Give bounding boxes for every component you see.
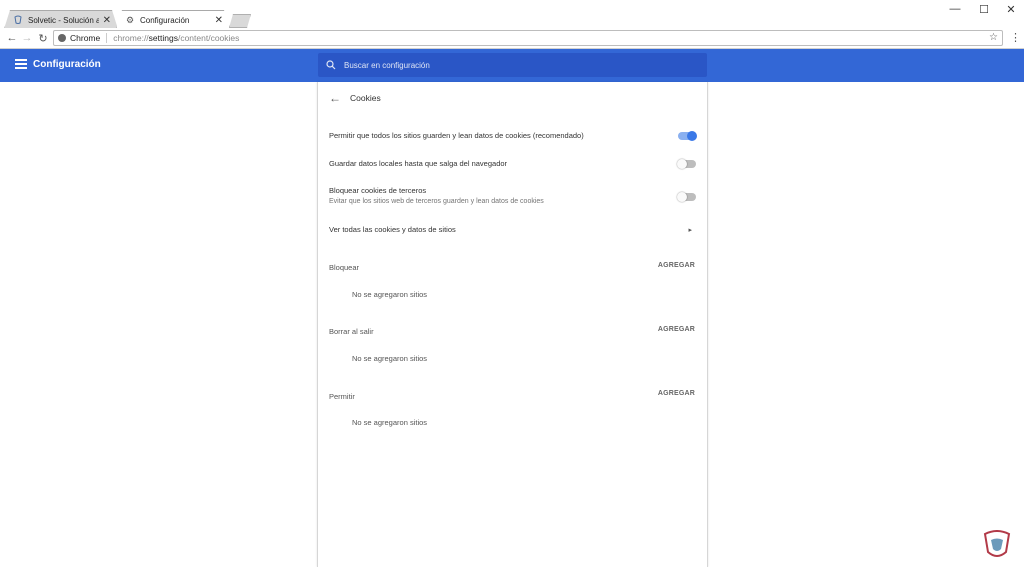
search-input[interactable]	[344, 60, 684, 70]
section-allow-title: Permitir	[329, 392, 355, 401]
tab-close-icon[interactable]: ✕	[215, 15, 223, 26]
new-tab-button[interactable]	[229, 14, 251, 28]
keep-local-data-toggle[interactable]	[677, 159, 696, 169]
back-arrow-icon[interactable]: ←	[328, 91, 342, 105]
setting-label: Permitir que todos los sitios guarden y …	[329, 131, 584, 140]
solvetic-logo-icon	[983, 530, 1011, 557]
empty-clear-on-exit-list: No se agregaron sitios	[352, 354, 428, 363]
close-window-button[interactable]: ✕	[996, 0, 1024, 18]
url-scheme: chrome://	[113, 33, 149, 43]
site-chip: Chrome	[70, 33, 101, 43]
add-clear-on-exit-button[interactable]: AGREGAR	[658, 326, 695, 333]
maximize-button[interactable]: ☐	[969, 0, 999, 18]
setting-label: Bloquear cookies de terceros	[329, 186, 427, 195]
browser-toolbar: ← → ↻ Chrome chrome:// settings /content…	[0, 28, 1024, 49]
section-clear-on-exit-title: Borrar al salir	[329, 327, 374, 336]
tab-configuracion[interactable]: ⚙ Configuración ✕	[116, 10, 230, 29]
address-bar[interactable]: Chrome chrome:// settings /content/cooki…	[53, 30, 1003, 46]
minimize-button[interactable]: —	[940, 0, 970, 18]
empty-block-list: No se agregaron sitios	[352, 290, 428, 299]
menu-icon[interactable]: ⋮	[1010, 31, 1021, 44]
allow-cookies-toggle[interactable]	[678, 131, 697, 141]
setting-description: Evitar que los sitios web de terceros gu…	[329, 198, 544, 205]
chrome-site-icon	[58, 34, 66, 42]
empty-allow-list: No se agregaron sitios	[352, 418, 428, 427]
page-title: Configuración	[33, 59, 101, 70]
gear-icon: ⚙	[125, 14, 135, 25]
hamburger-menu-icon[interactable]	[15, 59, 27, 69]
solvetic-favicon-icon	[13, 15, 23, 25]
cookies-card: ← Cookies Permitir que todos los sitios …	[317, 82, 708, 567]
tab-title: Solvetic - Solución a los p	[28, 15, 99, 25]
add-allow-button[interactable]: AGREGAR	[658, 390, 695, 397]
search-box[interactable]	[318, 53, 707, 77]
arrow-right-icon[interactable]: ▸	[688, 226, 692, 234]
forward-button[interactable]: →	[19, 30, 35, 46]
tab-strip: Solvetic - Solución a los p ✕ ⚙ Configur…	[0, 0, 1024, 28]
add-block-button[interactable]: AGREGAR	[658, 262, 695, 269]
setting-allow-cookies: Permitir que todos los sitios guarden y …	[329, 131, 699, 140]
tab-solvetic[interactable]: Solvetic - Solución a los p ✕	[4, 10, 118, 29]
setting-keep-local-data: Guardar datos locales hasta que salga de…	[329, 159, 699, 168]
setting-label: Guardar datos locales hasta que salga de…	[329, 159, 508, 168]
section-block-title: Bloquear	[329, 263, 360, 272]
search-icon	[326, 60, 336, 70]
tab-title: Configuración	[140, 15, 190, 25]
block-third-party-toggle[interactable]	[677, 192, 696, 202]
settings-header: Configuración	[0, 49, 1024, 82]
settings-page: ← Cookies Permitir que todos los sitios …	[0, 82, 1024, 567]
card-title: Cookies	[350, 93, 381, 103]
setting-block-third-party: Bloquear cookies de terceros Evitar que …	[329, 186, 699, 205]
url-host: settings	[148, 33, 178, 43]
bookmark-star-icon[interactable]: ☆	[989, 32, 998, 43]
back-button[interactable]: ←	[4, 30, 20, 46]
view-all-cookies-link[interactable]: Ver todas las cookies y datos de sitios	[329, 225, 699, 234]
divider	[106, 33, 108, 43]
tab-close-icon[interactable]: ✕	[103, 15, 111, 26]
reload-button[interactable]: ↻	[35, 30, 51, 46]
url-path: /content/cookies	[177, 33, 240, 43]
view-all-label: Ver todas las cookies y datos de sitios	[329, 225, 456, 234]
